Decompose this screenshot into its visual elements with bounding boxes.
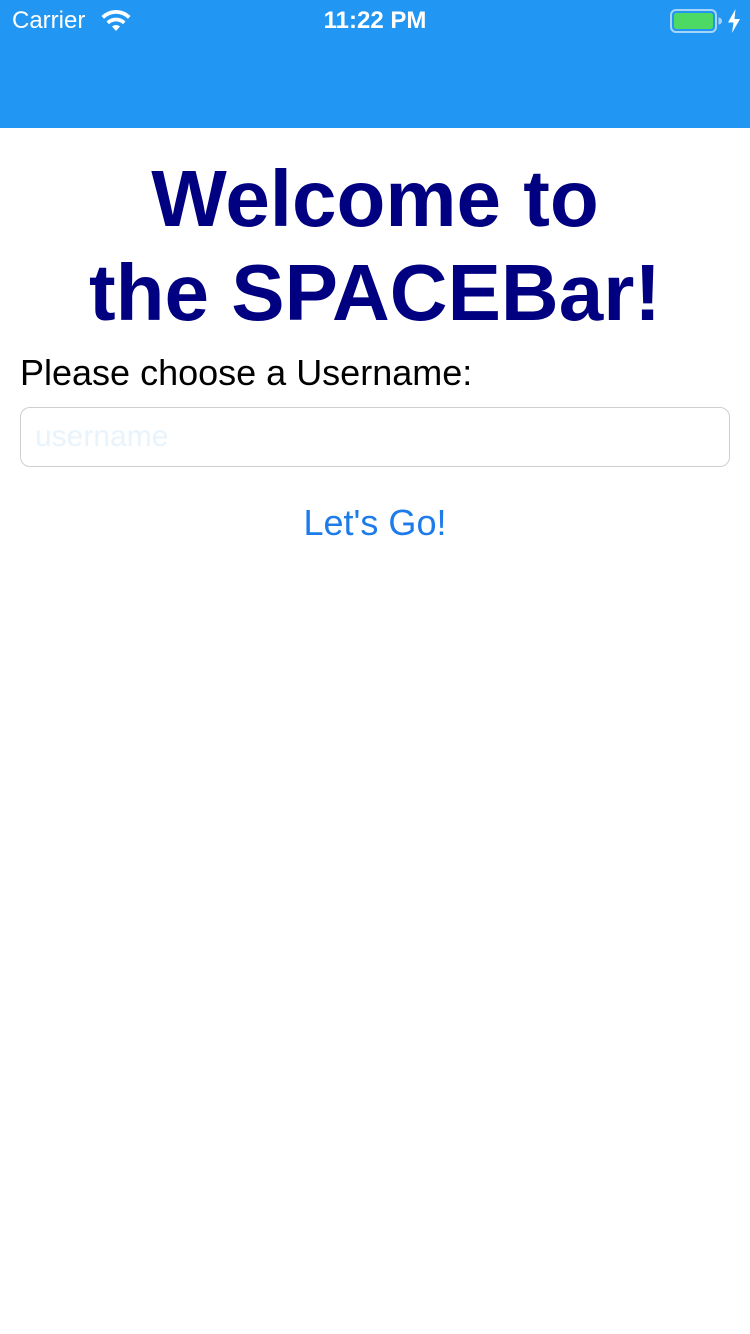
screen: Carrier 11:22 PM Welcome to the SPACEBar… — [0, 0, 750, 1334]
status-bar: Carrier 11:22 PM — [0, 0, 750, 40]
username-prompt-label: Please choose a Username: — [20, 352, 473, 393]
charging-bolt-icon — [728, 9, 740, 33]
battery-icon — [670, 9, 722, 33]
lets-go-button[interactable]: Let's Go! — [0, 498, 750, 548]
welcome-title: Welcome to the SPACEBar! — [0, 152, 750, 340]
username-input[interactable] — [20, 407, 730, 467]
status-time: 11:22 PM — [323, 7, 427, 34]
welcome-title-line-1: Welcome to — [151, 154, 599, 243]
welcome-title-line-2: the SPACEBar! — [89, 248, 661, 337]
